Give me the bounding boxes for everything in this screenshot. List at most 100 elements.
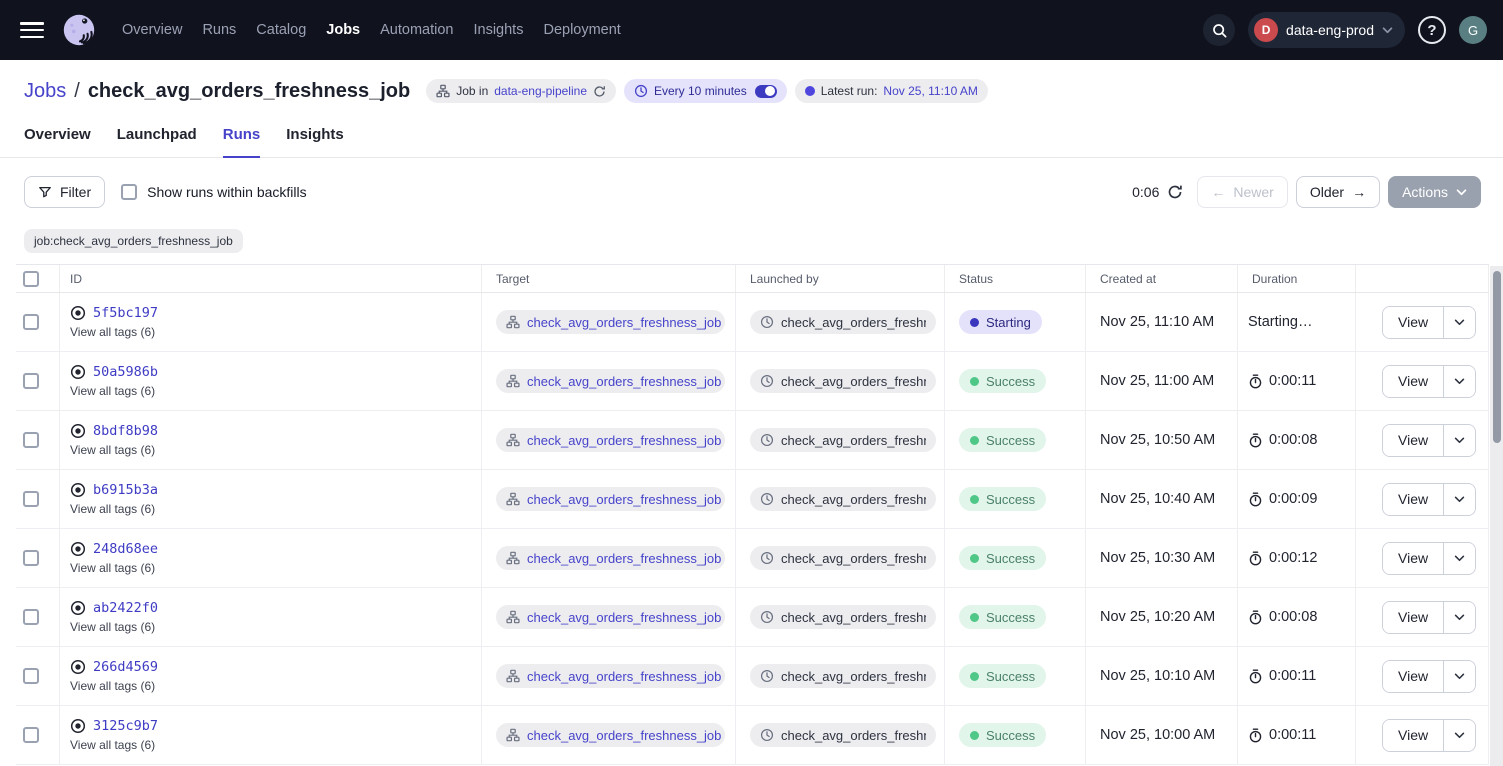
status-badge: Success [959,664,1046,688]
run-id-link[interactable]: 50a5986b [93,364,158,380]
clock-icon [760,551,774,565]
view-all-tags-link[interactable]: View all tags (6) [70,561,155,575]
view-dropdown-button[interactable] [1444,484,1475,515]
view-all-tags-link[interactable]: View all tags (6) [70,443,155,457]
target-job-link[interactable]: check_avg_orders_freshness_job [527,728,721,743]
select-all-checkbox[interactable] [23,271,39,287]
view-run-button[interactable]: View [1383,366,1444,397]
nav-item-overview[interactable]: Overview [122,22,182,38]
view-all-tags-link[interactable]: View all tags (6) [70,325,155,339]
run-id-link[interactable]: 5f5bc197 [93,305,158,321]
hamburger-menu-icon[interactable] [20,22,44,38]
vertical-scrollbar-track[interactable] [1490,266,1503,766]
target-job-link[interactable]: check_avg_orders_freshness_job [527,433,721,448]
view-run-button[interactable]: View [1383,543,1444,574]
nav-item-jobs[interactable]: Jobs [326,22,360,38]
status-badge: Success [959,546,1046,570]
view-run-button[interactable]: View [1383,425,1444,456]
row-checkbox[interactable] [23,491,39,507]
refresh-icon[interactable] [1167,184,1183,200]
run-id-link[interactable]: 8bdf8b98 [93,423,158,439]
launched-by-pill[interactable]: check_avg_orders_freshn… [750,369,936,393]
job-filter-chip[interactable]: job:check_avg_orders_freshness_job [24,229,243,253]
backfills-checkbox[interactable] [121,184,137,200]
target-pill: check_avg_orders_freshness_job [496,487,725,511]
launched-by-pill[interactable]: check_avg_orders_freshn… [750,546,936,570]
view-dropdown-button[interactable] [1444,425,1475,456]
newer-button[interactable]: ← Newer [1197,176,1287,208]
schedule-toggle[interactable] [755,85,777,98]
target-job-link[interactable]: check_avg_orders_freshness_job [527,315,721,330]
row-checkbox[interactable] [23,373,39,389]
deployment-switcher[interactable]: D data-eng-prod [1248,12,1405,48]
target-job-link[interactable]: check_avg_orders_freshness_job [527,610,721,625]
nav-item-deployment[interactable]: Deployment [543,22,620,38]
tab-insights[interactable]: Insights [286,126,344,158]
older-button[interactable]: Older → [1296,176,1380,208]
view-run-button[interactable]: View [1383,307,1444,338]
launched-by-pill[interactable]: check_avg_orders_freshn… [750,605,936,629]
view-run-button[interactable]: View [1383,720,1444,751]
view-button-group: View [1382,660,1476,693]
tab-launchpad[interactable]: Launchpad [117,126,197,158]
row-checkbox[interactable] [23,668,39,684]
view-run-button[interactable]: View [1383,602,1444,633]
view-run-button[interactable]: View [1383,661,1444,692]
nav-item-runs[interactable]: Runs [202,22,236,38]
search-icon [1211,22,1228,39]
chevron-down-icon [1454,437,1465,444]
view-dropdown-button[interactable] [1444,602,1475,633]
row-checkbox[interactable] [23,550,39,566]
run-id-link[interactable]: 266d4569 [93,659,158,675]
target-job-link[interactable]: check_avg_orders_freshness_job [527,374,721,389]
view-dropdown-button[interactable] [1444,366,1475,397]
target-job-link[interactable]: check_avg_orders_freshness_job [527,492,721,507]
row-checkbox[interactable] [23,314,39,330]
launched-by-pill[interactable]: check_avg_orders_freshn… [750,310,936,334]
nav-item-catalog[interactable]: Catalog [256,22,306,38]
view-run-button[interactable]: View [1383,484,1444,515]
run-id-link[interactable]: ab2422f0 [93,600,158,616]
view-all-tags-link[interactable]: View all tags (6) [70,738,155,752]
run-id-link[interactable]: 248d68ee [93,541,158,557]
tab-runs[interactable]: Runs [223,126,261,158]
view-all-tags-link[interactable]: View all tags (6) [70,384,155,398]
view-dropdown-button[interactable] [1444,720,1475,751]
target-job-link[interactable]: check_avg_orders_freshness_job [527,669,721,684]
row-checkbox[interactable] [23,432,39,448]
nav-item-automation[interactable]: Automation [380,22,453,38]
run-id-link[interactable]: b6915b3a [93,482,158,498]
nav-item-insights[interactable]: Insights [473,22,523,38]
search-button[interactable] [1203,14,1235,46]
target-job-link[interactable]: check_avg_orders_freshness_job [527,551,721,566]
run-target-icon [70,718,86,734]
clock-icon [634,84,648,98]
user-avatar[interactable]: G [1459,16,1487,44]
vertical-scrollbar-thumb[interactable] [1493,271,1501,443]
dagster-logo-icon[interactable] [60,11,98,49]
view-all-tags-link[interactable]: View all tags (6) [70,679,155,693]
filter-button[interactable]: Filter [24,176,105,208]
code-location-link[interactable]: data-eng-pipeline [494,84,587,98]
launched-by-pill[interactable]: check_avg_orders_freshn… [750,664,936,688]
view-all-tags-link[interactable]: View all tags (6) [70,502,155,516]
row-checkbox[interactable] [23,727,39,743]
view-dropdown-button[interactable] [1444,661,1475,692]
help-button[interactable]: ? [1418,16,1446,44]
actions-button[interactable]: Actions [1388,176,1481,208]
view-dropdown-button[interactable] [1444,307,1475,338]
breadcrumb-jobs-link[interactable]: Jobs [24,80,66,103]
launched-by-pill[interactable]: check_avg_orders_freshn… [750,487,936,511]
row-checkbox[interactable] [23,609,39,625]
tab-overview[interactable]: Overview [24,126,91,158]
view-dropdown-button[interactable] [1444,543,1475,574]
launched-by-pill[interactable]: check_avg_orders_freshn… [750,428,936,452]
run-id-link[interactable]: 3125c9b7 [93,718,158,734]
reload-location-icon[interactable] [593,85,606,98]
latest-run-link[interactable]: Nov 25, 11:10 AM [883,84,978,98]
view-all-tags-link[interactable]: View all tags (6) [70,620,155,634]
latest-run-badge: Latest run: Nov 25, 11:10 AM [795,79,988,103]
launched-by-pill[interactable]: check_avg_orders_freshn… [750,723,936,747]
clock-icon [760,315,774,329]
runs-toolbar: Filter Show runs within backfills 0:06 ←… [0,158,1503,208]
